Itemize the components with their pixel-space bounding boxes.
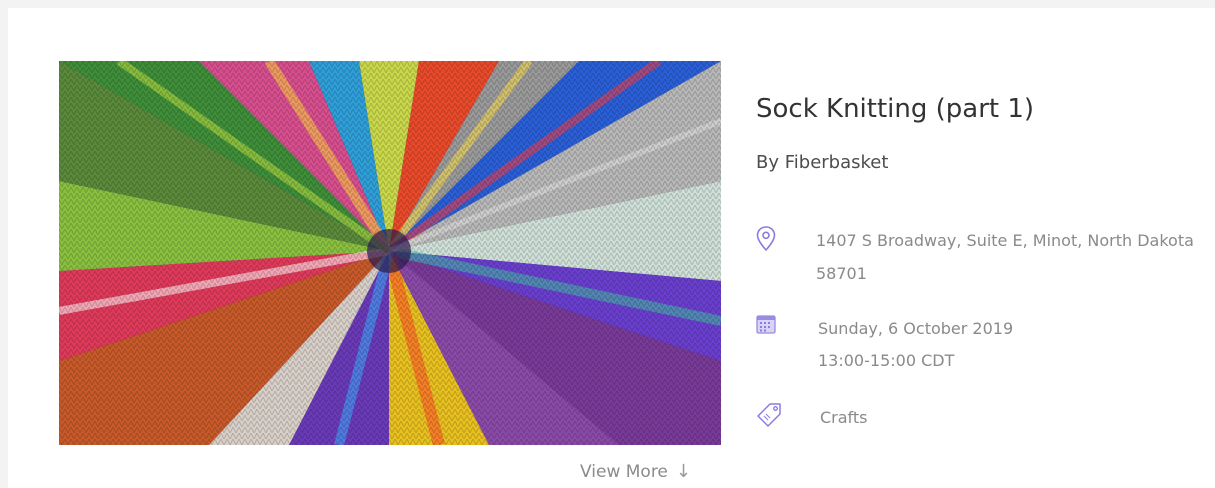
address-line-1: 1407 S Broadway, Suite E, Minot, North D… bbox=[816, 231, 1194, 250]
calendar-icon bbox=[756, 314, 776, 338]
view-more-link[interactable]: View More ↓ bbox=[580, 461, 691, 482]
event-card: View More ↓ Sock Knitting (part 1) By Fib… bbox=[8, 8, 1215, 488]
view-more-label: View More bbox=[580, 462, 668, 482]
tag-icon bbox=[756, 402, 782, 432]
arrow-down-icon: ↓ bbox=[675, 461, 691, 482]
event-author: By Fiberbasket bbox=[756, 152, 889, 173]
event-image bbox=[59, 61, 721, 445]
map-pin-icon bbox=[756, 226, 776, 256]
event-title: Sock Knitting (part 1) bbox=[756, 94, 1035, 124]
category-label: Crafts bbox=[820, 408, 868, 427]
event-date: Sunday, 6 October 2019 bbox=[818, 319, 1014, 338]
address-line-2: 58701 bbox=[816, 264, 867, 283]
event-time: 13:00-15:00 CDT bbox=[818, 351, 955, 370]
